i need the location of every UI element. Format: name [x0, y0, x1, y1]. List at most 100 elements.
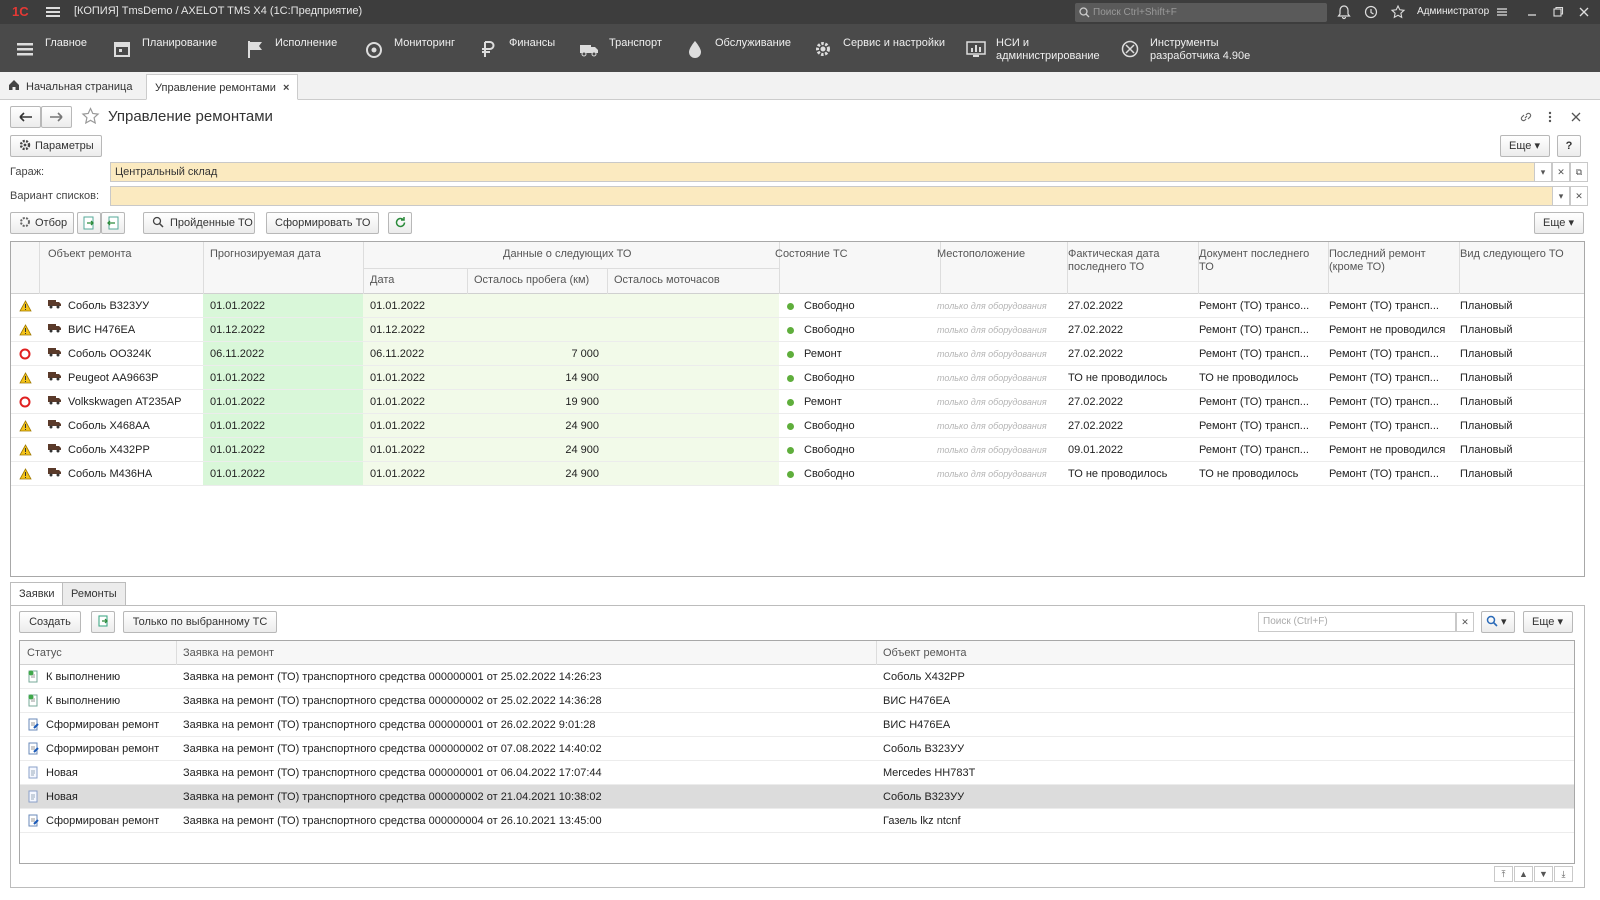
close-tab-icon[interactable]: ×: [283, 82, 289, 94]
request-object: Соболь Х432РР: [883, 671, 965, 683]
table-row[interactable]: Volkskwagen АТ235АР 01.01.2022 01.01.2022 1…: [11, 390, 1584, 414]
col-mileage-left[interactable]: Осталось пробега (км): [474, 274, 589, 287]
copy-doc-icon: [97, 615, 108, 627]
parameters-button[interactable]: Параметры: [10, 135, 102, 157]
list-item[interactable]: Новая Заявка на ремонт (ТО) транспортного…: [20, 761, 1574, 785]
col-forecast-date[interactable]: Прогнозируемая дата: [210, 248, 321, 261]
more-button-grid[interactable]: Еще ▾: [1534, 212, 1584, 234]
tab-repair-management[interactable]: Управление ремонтами ×: [146, 74, 299, 100]
fact-date: 09.01.2022: [1068, 444, 1124, 456]
global-search-input[interactable]: Поиск Ctrl+Shift+F: [1075, 3, 1327, 22]
generate-to-button[interactable]: Сформировать ТО: [266, 212, 379, 234]
more-button-top[interactable]: Еще ▾: [1500, 135, 1550, 157]
doc-formed-icon: [28, 814, 39, 827]
vehicle-icon: [48, 396, 61, 405]
favorite-star-icon[interactable]: [81, 107, 100, 126]
scroll-down-button[interactable]: ▼: [1534, 866, 1553, 882]
tab-home[interactable]: Начальная страница: [8, 74, 132, 100]
tab-requests[interactable]: Заявки: [10, 582, 64, 606]
state-dot-icon: [787, 302, 794, 310]
close-window-icon[interactable]: [1576, 4, 1592, 20]
tab-repairs[interactable]: Ремонты: [62, 582, 126, 606]
list-item[interactable]: Новая Заявка на ремонт (ТО) транспортного…: [20, 785, 1574, 809]
search-options-button[interactable]: ▾: [1481, 611, 1515, 633]
table-row[interactable]: Соболь Х468АА 01.01.2022 01.01.2022 24 900 С…: [11, 414, 1584, 438]
request-name: Заявка на ремонт (ТО) транспортного сред…: [183, 791, 602, 803]
list-variant-field[interactable]: [110, 186, 1554, 206]
favorites-star-icon[interactable]: [1390, 4, 1406, 20]
object-name: ВИС Н476ЕА: [68, 324, 136, 336]
col-fact-date[interactable]: Фактическая дата последнего ТО: [1068, 248, 1159, 274]
col-request[interactable]: Заявка на ремонт: [183, 647, 274, 660]
current-user[interactable]: Администратор: [1417, 6, 1489, 17]
vehicle-icon: [48, 324, 61, 333]
garage-open-button[interactable]: ⧉: [1570, 162, 1588, 182]
maximize-icon[interactable]: [1550, 4, 1566, 20]
table-row[interactable]: Peugeot АА9663Р 01.01.2022 01.01.2022 14 90…: [11, 366, 1584, 390]
col-next-kind[interactable]: Вид следующего ТО: [1460, 248, 1564, 261]
table-row[interactable]: Соболь Х432РР 01.01.2022 01.01.2022 24 900 С…: [11, 438, 1584, 462]
request-object: Mercedes НН783Т: [883, 767, 976, 779]
create-button[interactable]: Создать: [19, 611, 81, 633]
next-date: 01.12.2022: [370, 324, 426, 336]
export-button[interactable]: [101, 212, 125, 234]
last-repair: Ремонт (ТО) трансп...: [1329, 372, 1439, 384]
table-row[interactable]: Соболь В323УУ 01.01.2022 01.01.2022 Свободн…: [11, 294, 1584, 318]
passed-to-button[interactable]: Пройденные ТО: [143, 212, 255, 234]
col-location[interactable]: Местоположение: [937, 248, 1025, 261]
settings-menu-icon[interactable]: [1494, 4, 1510, 20]
only-selected-button[interactable]: Только по выбранному ТС: [123, 611, 277, 633]
col-status[interactable]: Статус: [27, 647, 62, 660]
history-icon[interactable]: [1363, 4, 1379, 20]
search-clear-button[interactable]: ✕: [1456, 612, 1474, 632]
link-icon[interactable]: [1519, 110, 1533, 124]
scroll-up-button[interactable]: ▲: [1514, 866, 1533, 882]
list-item[interactable]: К выполнению Заявка на ремонт (ТО) трансп…: [20, 689, 1574, 713]
col-hours-left[interactable]: Осталось моточасов: [614, 274, 720, 287]
list-item[interactable]: Сформирован ремонт Заявка на ремонт (ТО) …: [20, 713, 1574, 737]
col-next-date[interactable]: Дата: [370, 274, 394, 287]
garage-field[interactable]: Центральный склад: [110, 162, 1536, 182]
table-row[interactable]: Соболь М436НА 01.01.2022 01.01.2022 24 900 С…: [11, 462, 1584, 486]
request-object: Газель lkz ntcnf: [883, 815, 961, 827]
variant-dropdown-button[interactable]: ▾: [1552, 186, 1570, 206]
forward-button[interactable]: [41, 106, 72, 128]
filter-button[interactable]: Отбор: [10, 212, 74, 234]
variant-clear-button[interactable]: ✕: [1570, 186, 1588, 206]
list-item[interactable]: Сформирован ремонт Заявка на ремонт (ТО) …: [20, 809, 1574, 833]
more-vertical-icon[interactable]: [1546, 110, 1554, 124]
table-row[interactable]: Соболь ОО324К 06.11.2022 06.11.2022 7 000 Ре…: [11, 342, 1584, 366]
mileage-left: 14 900: [565, 372, 599, 384]
minimize-icon[interactable]: [1524, 4, 1540, 20]
request-object: Соболь В323УУ: [883, 743, 965, 755]
list-search-input[interactable]: Поиск (Ctrl+F): [1258, 612, 1456, 632]
more-button-bottom[interactable]: Еще ▾: [1523, 611, 1573, 633]
gear-icon: [19, 139, 31, 151]
col-object[interactable]: Объект ремонта: [48, 248, 132, 261]
col-last-repair[interactable]: Последний ремонт (кроме ТО): [1329, 248, 1426, 274]
hours-left: [607, 438, 771, 462]
col-doc[interactable]: Документ последнего ТО: [1199, 248, 1309, 274]
list-item[interactable]: К выполнению Заявка на ремонт (ТО) трансп…: [20, 665, 1574, 689]
next-kind: Плановый: [1460, 348, 1513, 360]
scroll-last-button[interactable]: ⤓: [1554, 866, 1573, 882]
bell-icon[interactable]: [1336, 4, 1352, 20]
copy-button[interactable]: [91, 611, 115, 633]
col-state[interactable]: Состояние ТС: [775, 248, 848, 261]
close-form-icon[interactable]: [1570, 111, 1582, 123]
refresh-icon: [395, 217, 405, 228]
import-button[interactable]: [77, 212, 101, 234]
col-request-object[interactable]: Объект ремонта: [883, 647, 967, 660]
main-menu-icon[interactable]: [46, 5, 60, 19]
hours-left: [607, 294, 771, 318]
table-row[interactable]: ВИС Н476ЕА 01.12.2022 01.12.2022 Свободно то…: [11, 318, 1584, 342]
next-date: 01.01.2022: [370, 468, 426, 480]
next-date: 01.01.2022: [370, 444, 426, 456]
refresh-button[interactable]: [388, 212, 412, 234]
scroll-first-button[interactable]: ⤒: [1494, 866, 1513, 882]
garage-dropdown-button[interactable]: ▾: [1534, 162, 1552, 182]
garage-clear-button[interactable]: ✕: [1552, 162, 1570, 182]
help-button[interactable]: ?: [1557, 135, 1581, 157]
list-item[interactable]: Сформирован ремонт Заявка на ремонт (ТО) …: [20, 737, 1574, 761]
back-button[interactable]: [10, 106, 41, 128]
